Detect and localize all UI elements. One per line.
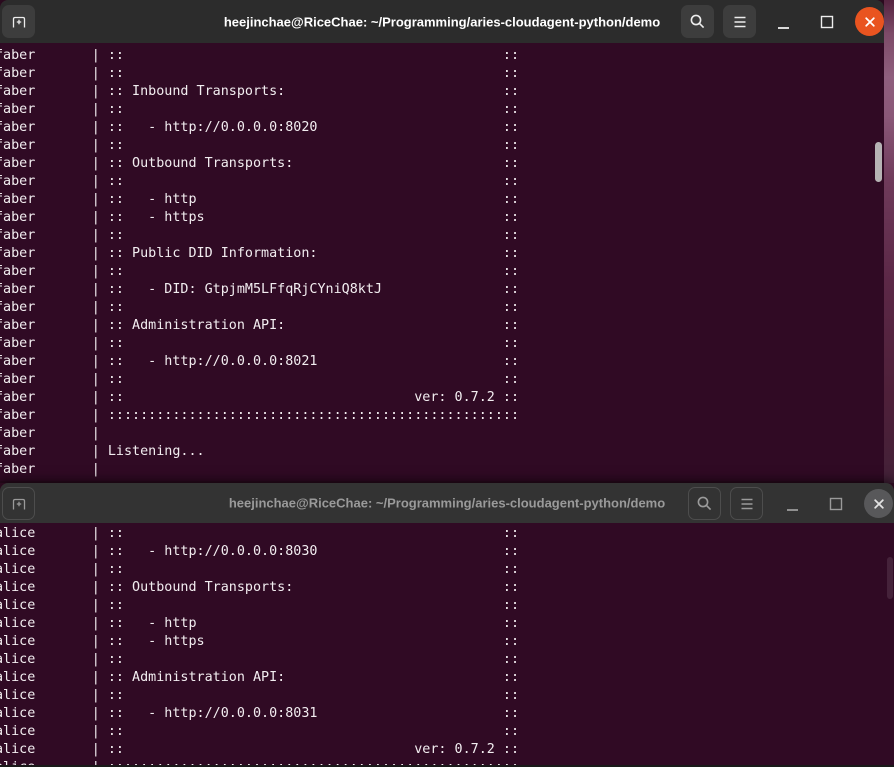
search-icon (696, 495, 713, 512)
terminal-output-alice: alice | :: :: alice | :: - http://0.0.0.… (0, 526, 520, 767)
search-button[interactable] (681, 5, 714, 38)
desktop-wallpaper-strip (884, 0, 894, 483)
terminal-output-faber: faber | :: :: faber | :: :: faber | :: I… (0, 48, 520, 477)
maximize-icon (820, 15, 834, 29)
new-tab-button[interactable] (2, 5, 35, 38)
maximize-button[interactable] (813, 5, 841, 38)
hamburger-menu-icon (739, 497, 755, 511)
maximize-icon (829, 497, 843, 511)
titlebar: heejinchae@RiceChae: ~/Programming/aries… (0, 0, 884, 43)
hamburger-menu-icon (732, 15, 748, 29)
terminal-viewport-faber[interactable]: faber | :: :: faber | :: :: faber | :: I… (0, 43, 884, 481)
terminal-viewport-alice[interactable]: alice | :: :: alice | :: - http://0.0.0.… (0, 523, 894, 767)
terminal-window-alice: heejinchae@RiceChae: ~/Programming/aries… (0, 483, 894, 767)
search-icon (689, 13, 706, 30)
scrollbar-thumb[interactable] (875, 142, 882, 182)
hamburger-menu-button[interactable] (723, 5, 756, 38)
window-title: heejinchae@RiceChae: ~/Programming/aries… (228, 495, 666, 511)
titlebar: heejinchae@RiceChae: ~/Programming/aries… (0, 483, 894, 523)
hamburger-menu-button[interactable] (730, 487, 763, 520)
minimize-icon (786, 508, 799, 512)
close-icon (872, 497, 886, 511)
new-tab-icon (11, 496, 27, 512)
new-tab-button[interactable] (2, 487, 35, 520)
new-tab-icon (11, 14, 27, 30)
close-button[interactable] (864, 489, 893, 518)
minimize-icon (777, 26, 790, 30)
close-icon (863, 15, 877, 29)
search-button[interactable] (688, 487, 721, 520)
scrollbar-thumb[interactable] (887, 557, 893, 599)
window-title: heejinchae@RiceChae: ~/Programming/aries… (223, 14, 661, 29)
terminal-window-faber: heejinchae@RiceChae: ~/Programming/aries… (0, 0, 884, 481)
minimize-button[interactable] (769, 5, 797, 38)
close-button[interactable] (855, 7, 884, 36)
minimize-button[interactable] (778, 487, 806, 520)
maximize-button[interactable] (822, 487, 850, 520)
